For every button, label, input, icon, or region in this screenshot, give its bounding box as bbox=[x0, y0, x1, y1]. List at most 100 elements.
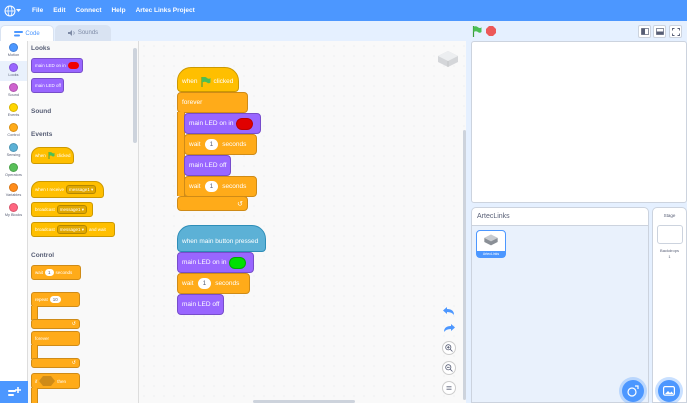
menu-edit[interactable]: Edit bbox=[53, 7, 65, 14]
palette-repeat-block[interactable]: repeat 10 ↺ bbox=[31, 292, 80, 330]
stage-header bbox=[466, 21, 687, 41]
add-extension-button[interactable] bbox=[0, 381, 28, 403]
sprite-name: ArtecLinks bbox=[477, 251, 505, 257]
redo-button[interactable] bbox=[442, 322, 456, 334]
menu-connect[interactable]: Connect bbox=[75, 7, 101, 14]
stage-selector[interactable]: Stage Backdrops 1 bbox=[652, 207, 687, 403]
palette-broadcast-block[interactable]: broadcast message1 ▾ bbox=[31, 202, 93, 217]
fullscreen-icon bbox=[671, 27, 680, 36]
category-operators[interactable]: Operators bbox=[0, 161, 27, 181]
led-on-block[interactable]: main LED on in bbox=[177, 252, 254, 273]
color-swatch[interactable] bbox=[67, 62, 79, 69]
backdrop-thumbnail bbox=[656, 225, 683, 244]
green-flag-icon bbox=[48, 152, 55, 159]
workspace-vertical-scrollbar[interactable] bbox=[463, 130, 466, 400]
palette-broadcast-and-wait-block[interactable]: broadcast message1 ▾ and wait bbox=[31, 222, 115, 237]
zoom-reset-button[interactable] bbox=[442, 381, 456, 395]
menu-file[interactable]: File bbox=[32, 7, 43, 14]
variables-dot-icon bbox=[9, 183, 18, 192]
zoom-out-icon bbox=[445, 364, 453, 372]
broadcast-dropdown[interactable]: message1 ▾ bbox=[56, 205, 88, 214]
large-stage-icon bbox=[655, 28, 664, 35]
menu-help[interactable]: Help bbox=[111, 7, 125, 14]
tab-code-label: Code bbox=[25, 30, 40, 37]
message-dropdown[interactable]: message1 ▾ bbox=[66, 185, 97, 194]
wait-block[interactable]: wait 1 seconds bbox=[184, 176, 257, 197]
palette-forever-block[interactable]: forever ↺ bbox=[31, 331, 80, 369]
loop-arrow-icon: ↺ bbox=[71, 321, 76, 327]
wait-block[interactable]: wait 1 seconds bbox=[184, 134, 257, 155]
green-flag-icon[interactable] bbox=[472, 26, 482, 37]
motion-dot-icon bbox=[9, 43, 18, 52]
category-menu: Motion Looks Sound Events Control Sensin… bbox=[0, 41, 28, 403]
wait-seconds-input[interactable]: 1 bbox=[197, 278, 212, 289]
backdrops-count: 1 bbox=[668, 254, 671, 259]
project-title[interactable]: Artec Links Project bbox=[136, 7, 195, 14]
forever-block-foot: ↺ bbox=[177, 196, 248, 211]
palette-control-title: Control bbox=[31, 252, 55, 259]
speaker-icon bbox=[67, 30, 75, 36]
menu-bar: File Edit Connect Help Artec Links Proje… bbox=[0, 0, 687, 21]
palette-if-then-block[interactable]: if then bbox=[31, 373, 80, 403]
sensing-dot-icon bbox=[9, 143, 18, 152]
broadcast-wait-dropdown[interactable]: message1 ▾ bbox=[56, 225, 88, 234]
led-color-swatch[interactable] bbox=[229, 256, 247, 269]
sound-dot-icon bbox=[9, 83, 18, 92]
wait-input[interactable]: 1 bbox=[45, 269, 54, 276]
loop-arrow-icon: ↺ bbox=[71, 360, 76, 366]
small-stage-button[interactable] bbox=[638, 25, 651, 38]
category-variables[interactable]: Variables bbox=[0, 181, 27, 201]
tab-code[interactable]: Code bbox=[0, 25, 54, 41]
stage-canvas[interactable] bbox=[471, 41, 687, 203]
control-dot-icon bbox=[9, 123, 18, 132]
when-flag-clicked-hat[interactable]: when clicked bbox=[177, 67, 239, 92]
wait-seconds-input[interactable]: 1 bbox=[204, 139, 219, 150]
zoom-in-icon bbox=[445, 344, 453, 352]
sprite-list: ArtecLinks bbox=[472, 226, 648, 402]
events-dot-icon bbox=[9, 103, 18, 112]
zoom-in-button[interactable] bbox=[442, 341, 456, 355]
sprite-pane: ArtecLinks ArtecLinks bbox=[471, 207, 649, 403]
sprite-thumbnail[interactable]: ArtecLinks bbox=[476, 230, 506, 258]
palette-when-flag-clicked-block[interactable]: when clicked bbox=[31, 147, 74, 164]
category-events[interactable]: Events bbox=[0, 101, 27, 121]
led-off-block[interactable]: main LED off bbox=[177, 294, 224, 315]
zoom-out-button[interactable] bbox=[442, 361, 456, 375]
device-sprite-icon bbox=[484, 234, 498, 246]
add-backdrop-button[interactable] bbox=[658, 380, 680, 402]
led-on-block[interactable]: main LED on in bbox=[184, 113, 261, 134]
palette-scrollbar[interactable] bbox=[133, 48, 137, 143]
palette-when-i-receive-block[interactable]: when I receive message1 ▾ bbox=[31, 181, 104, 198]
add-sprite-button[interactable] bbox=[622, 380, 644, 402]
stop-icon[interactable] bbox=[486, 26, 496, 36]
operators-dot-icon bbox=[9, 163, 18, 172]
palette-sound-title: Sound bbox=[31, 108, 52, 115]
category-sensing[interactable]: Sensing bbox=[0, 141, 27, 161]
led-color-swatch[interactable] bbox=[236, 117, 254, 130]
device-sprite-icon bbox=[438, 51, 458, 67]
led-off-block[interactable]: main LED off bbox=[184, 155, 231, 176]
category-motion[interactable]: Motion bbox=[0, 41, 27, 61]
undo-button[interactable] bbox=[442, 305, 456, 317]
palette-led-off-block[interactable]: main LED off bbox=[31, 78, 64, 93]
palette-led-on-block[interactable]: main LED on in bbox=[31, 58, 83, 73]
large-stage-button[interactable] bbox=[653, 25, 666, 38]
tab-sounds[interactable]: Sounds bbox=[55, 25, 111, 41]
wait-block[interactable]: wait 1 seconds bbox=[177, 273, 250, 294]
repeat-input[interactable]: 10 bbox=[49, 296, 61, 303]
wait-seconds-input[interactable]: 1 bbox=[204, 181, 219, 192]
category-my-blocks[interactable]: My Blocks bbox=[0, 201, 27, 221]
forever-block[interactable]: forever bbox=[177, 92, 248, 113]
fullscreen-button[interactable] bbox=[669, 25, 682, 38]
language-globe-icon[interactable] bbox=[4, 5, 22, 17]
looks-dot-icon bbox=[9, 63, 18, 72]
add-sprite-icon bbox=[627, 385, 639, 397]
palette-wait-block[interactable]: wait 1 seconds bbox=[31, 265, 81, 280]
when-main-button-pressed-hat[interactable]: when main button pressed bbox=[177, 225, 266, 252]
add-extension-icon bbox=[7, 387, 21, 396]
undo-icon bbox=[443, 306, 454, 315]
redo-icon bbox=[444, 323, 455, 332]
category-looks[interactable]: Looks bbox=[0, 61, 27, 81]
category-control[interactable]: Control bbox=[0, 121, 27, 141]
category-sound[interactable]: Sound bbox=[0, 81, 27, 101]
